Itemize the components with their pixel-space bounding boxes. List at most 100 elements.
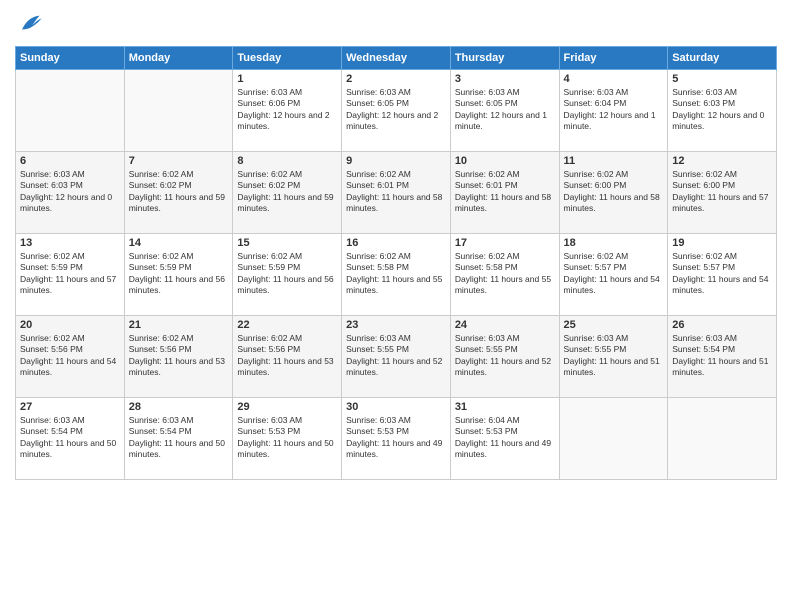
day-info: Sunrise: 6:03 AMSunset: 5:55 PMDaylight:… <box>346 333 446 379</box>
day-number: 24 <box>455 319 555 331</box>
calendar-cell: 28 Sunrise: 6:03 AMSunset: 5:54 PMDayligh… <box>124 398 233 480</box>
header-friday: Friday <box>559 47 668 70</box>
header <box>15 10 777 38</box>
day-number: 7 <box>129 155 229 167</box>
day-number: 13 <box>20 237 120 249</box>
day-number: 2 <box>346 73 446 85</box>
day-number: 15 <box>237 237 337 249</box>
calendar-cell: 30 Sunrise: 6:03 AMSunset: 5:53 PMDayligh… <box>342 398 451 480</box>
day-info: Sunrise: 6:02 AMSunset: 5:59 PMDaylight:… <box>129 251 229 297</box>
calendar-week-3: 13 Sunrise: 6:02 AMSunset: 5:59 PMDayligh… <box>16 234 777 316</box>
day-number: 16 <box>346 237 446 249</box>
day-info: Sunrise: 6:03 AMSunset: 5:55 PMDaylight:… <box>564 333 664 379</box>
header-wednesday: Wednesday <box>342 47 451 70</box>
day-info: Sunrise: 6:03 AMSunset: 6:03 PMDaylight:… <box>672 87 772 133</box>
day-info: Sunrise: 6:03 AMSunset: 5:54 PMDaylight:… <box>20 415 120 461</box>
calendar-cell: 20 Sunrise: 6:02 AMSunset: 5:56 PMDayligh… <box>16 316 125 398</box>
day-info: Sunrise: 6:02 AMSunset: 5:58 PMDaylight:… <box>455 251 555 297</box>
day-number: 31 <box>455 401 555 413</box>
day-number: 14 <box>129 237 229 249</box>
calendar-cell <box>559 398 668 480</box>
page-container: SundayMondayTuesdayWednesdayThursdayFrid… <box>0 0 792 490</box>
day-number: 28 <box>129 401 229 413</box>
day-number: 17 <box>455 237 555 249</box>
day-number: 6 <box>20 155 120 167</box>
day-info: Sunrise: 6:02 AMSunset: 5:59 PMDaylight:… <box>20 251 120 297</box>
header-thursday: Thursday <box>450 47 559 70</box>
day-info: Sunrise: 6:02 AMSunset: 5:56 PMDaylight:… <box>237 333 337 379</box>
day-number: 25 <box>564 319 664 331</box>
calendar-table: SundayMondayTuesdayWednesdayThursdayFrid… <box>15 46 777 480</box>
day-info: Sunrise: 6:02 AMSunset: 5:57 PMDaylight:… <box>672 251 772 297</box>
calendar-cell: 26Sunrise: 6:03 AMSunset: 5:54 PMDayligh… <box>668 316 777 398</box>
calendar-cell: 7Sunrise: 6:02 AMSunset: 6:02 PMDaylight… <box>124 152 233 234</box>
calendar-cell: 9Sunrise: 6:02 AMSunset: 6:01 PMDaylight… <box>342 152 451 234</box>
calendar-cell: 22 Sunrise: 6:02 AMSunset: 5:56 PMDayligh… <box>233 316 342 398</box>
day-info: Sunrise: 6:02 AMSunset: 6:00 PMDaylight:… <box>564 169 664 215</box>
day-number: 18 <box>564 237 664 249</box>
calendar-header-row: SundayMondayTuesdayWednesdayThursdayFrid… <box>16 47 777 70</box>
day-info: Sunrise: 6:03 AMSunset: 5:53 PMDaylight:… <box>237 415 337 461</box>
logo-icon <box>15 10 43 38</box>
day-info: Sunrise: 6:02 AMSunset: 6:00 PMDaylight:… <box>672 169 772 215</box>
calendar-week-4: 20 Sunrise: 6:02 AMSunset: 5:56 PMDayligh… <box>16 316 777 398</box>
calendar-cell: 5 Sunrise: 6:03 AMSunset: 6:03 PMDaylight… <box>668 70 777 152</box>
calendar-cell: 8Sunrise: 6:02 AMSunset: 6:02 PMDaylight… <box>233 152 342 234</box>
day-info: Sunrise: 6:02 AMSunset: 6:01 PMDaylight:… <box>455 169 555 215</box>
day-number: 27 <box>20 401 120 413</box>
calendar-cell: 12 Sunrise: 6:02 AMSunset: 6:00 PMDayligh… <box>668 152 777 234</box>
day-info: Sunrise: 6:03 AMSunset: 6:05 PMDaylight:… <box>455 87 555 133</box>
day-info: Sunrise: 6:02 AMSunset: 5:56 PMDaylight:… <box>129 333 229 379</box>
header-sunday: Sunday <box>16 47 125 70</box>
header-tuesday: Tuesday <box>233 47 342 70</box>
day-number: 11 <box>564 155 664 167</box>
day-info: Sunrise: 6:02 AMSunset: 5:59 PMDaylight:… <box>237 251 337 297</box>
calendar-cell: 18Sunrise: 6:02 AMSunset: 5:57 PMDayligh… <box>559 234 668 316</box>
header-saturday: Saturday <box>668 47 777 70</box>
day-info: Sunrise: 6:02 AMSunset: 6:02 PMDaylight:… <box>237 169 337 215</box>
day-number: 10 <box>455 155 555 167</box>
calendar-cell: 24 Sunrise: 6:03 AMSunset: 5:55 PMDayligh… <box>450 316 559 398</box>
calendar-cell: 14 Sunrise: 6:02 AMSunset: 5:59 PMDayligh… <box>124 234 233 316</box>
day-number: 5 <box>672 73 772 85</box>
day-info: Sunrise: 6:02 AMSunset: 6:01 PMDaylight:… <box>346 169 446 215</box>
calendar-week-1: 1 Sunrise: 6:03 AMSunset: 6:06 PMDaylight… <box>16 70 777 152</box>
calendar-cell: 31 Sunrise: 6:04 AMSunset: 5:53 PMDayligh… <box>450 398 559 480</box>
calendar-cell: 11 Sunrise: 6:02 AMSunset: 6:00 PMDayligh… <box>559 152 668 234</box>
day-number: 19 <box>672 237 772 249</box>
day-number: 26 <box>672 319 772 331</box>
day-number: 1 <box>237 73 337 85</box>
day-number: 30 <box>346 401 446 413</box>
calendar-cell: 29 Sunrise: 6:03 AMSunset: 5:53 PMDayligh… <box>233 398 342 480</box>
day-number: 21 <box>129 319 229 331</box>
calendar-cell: 15 Sunrise: 6:02 AMSunset: 5:59 PMDayligh… <box>233 234 342 316</box>
day-number: 20 <box>20 319 120 331</box>
day-info: Sunrise: 6:03 AMSunset: 6:03 PMDaylight:… <box>20 169 120 215</box>
calendar-week-5: 27 Sunrise: 6:03 AMSunset: 5:54 PMDayligh… <box>16 398 777 480</box>
day-number: 29 <box>237 401 337 413</box>
day-info: Sunrise: 6:04 AMSunset: 5:53 PMDaylight:… <box>455 415 555 461</box>
calendar-cell: 3Sunrise: 6:03 AMSunset: 6:05 PMDaylight… <box>450 70 559 152</box>
calendar-cell: 6 Sunrise: 6:03 AMSunset: 6:03 PMDaylight… <box>16 152 125 234</box>
day-info: Sunrise: 6:03 AMSunset: 6:04 PMDaylight:… <box>564 87 664 133</box>
day-number: 22 <box>237 319 337 331</box>
calendar-cell <box>124 70 233 152</box>
day-number: 4 <box>564 73 664 85</box>
calendar-cell <box>668 398 777 480</box>
calendar-cell: 19 Sunrise: 6:02 AMSunset: 5:57 PMDayligh… <box>668 234 777 316</box>
calendar-cell: 21 Sunrise: 6:02 AMSunset: 5:56 PMDayligh… <box>124 316 233 398</box>
day-info: Sunrise: 6:03 AMSunset: 5:54 PMDaylight:… <box>129 415 229 461</box>
day-info: Sunrise: 6:03 AMSunset: 5:53 PMDaylight:… <box>346 415 446 461</box>
day-info: Sunrise: 6:02 AMSunset: 5:56 PMDaylight:… <box>20 333 120 379</box>
calendar-cell: 23Sunrise: 6:03 AMSunset: 5:55 PMDayligh… <box>342 316 451 398</box>
calendar-cell: 13 Sunrise: 6:02 AMSunset: 5:59 PMDayligh… <box>16 234 125 316</box>
calendar-cell <box>16 70 125 152</box>
day-info: Sunrise: 6:03 AMSunset: 6:06 PMDaylight:… <box>237 87 337 133</box>
calendar-cell: 10 Sunrise: 6:02 AMSunset: 6:01 PMDayligh… <box>450 152 559 234</box>
logo <box>15 10 47 38</box>
header-monday: Monday <box>124 47 233 70</box>
calendar-cell: 1 Sunrise: 6:03 AMSunset: 6:06 PMDaylight… <box>233 70 342 152</box>
day-info: Sunrise: 6:03 AMSunset: 5:55 PMDaylight:… <box>455 333 555 379</box>
day-number: 12 <box>672 155 772 167</box>
calendar-cell: 17 Sunrise: 6:02 AMSunset: 5:58 PMDayligh… <box>450 234 559 316</box>
